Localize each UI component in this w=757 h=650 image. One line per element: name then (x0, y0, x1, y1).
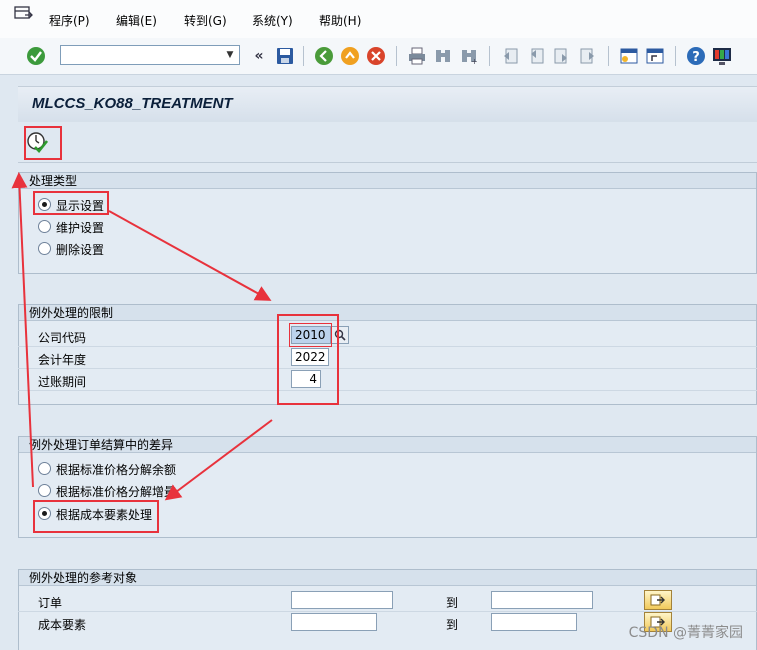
back-double-icon[interactable]: « (248, 45, 270, 67)
radio-split-increment[interactable] (38, 484, 51, 497)
toolbar-separator (489, 46, 490, 66)
first-page-icon[interactable] (499, 45, 521, 67)
svg-text:+: + (471, 57, 478, 65)
row-divider (18, 368, 757, 369)
enter-icon[interactable] (25, 45, 47, 67)
menu-help[interactable]: 帮助(H) (319, 12, 361, 29)
title-bar: MLCCS_KO88_TREATMENT (18, 86, 757, 123)
menu-program[interactable]: 程序(P) (49, 12, 90, 29)
highlight-cost-element (33, 500, 159, 533)
help-icon[interactable]: ? (685, 45, 707, 67)
new-session-icon[interactable] (618, 45, 640, 67)
cancel-icon[interactable] (365, 45, 387, 67)
label-posting-period: 过账期间 (38, 375, 87, 389)
processing-type-title: 处理类型 (19, 173, 756, 189)
next-page-icon[interactable] (551, 45, 573, 67)
label-cost-element-ref: 成本要素 (38, 618, 87, 632)
dropdown-arrow-icon[interactable]: ▼ (223, 48, 237, 62)
label-order: 订单 (38, 596, 63, 610)
label-split-balance: 根据标准价格分解余额 (56, 463, 177, 477)
label-company-code: 公司代码 (38, 331, 87, 345)
radio-delete-settings[interactable] (38, 242, 51, 255)
cost-element-from-field[interactable] (291, 613, 377, 631)
menu-system[interactable]: 系统(Y) (252, 12, 293, 29)
last-page-icon[interactable] (577, 45, 599, 67)
command-field[interactable]: ▼ (60, 45, 240, 65)
menu-system-icon[interactable] (14, 6, 34, 25)
menu-goto[interactable]: 转到(G) (184, 12, 227, 29)
customize-layout-icon[interactable] (711, 45, 733, 67)
page-title: MLCCS_KO88_TREATMENT (32, 95, 233, 112)
row-divider (18, 390, 757, 391)
svg-text:?: ? (692, 50, 700, 65)
shortcut-icon[interactable] (644, 45, 666, 67)
toolbar-separator (396, 46, 397, 66)
toolbar-separator (675, 46, 676, 66)
label-order-to: 到 (446, 596, 459, 610)
find-next-icon[interactable]: + (458, 45, 480, 67)
highlight-execute (24, 126, 62, 160)
order-from-field[interactable] (291, 591, 393, 609)
exit-icon[interactable] (339, 45, 361, 67)
label-maintain-settings: 维护设置 (56, 221, 105, 235)
toolbar-separator (303, 46, 304, 66)
processing-type-group: 处理类型 (18, 172, 757, 274)
radio-maintain-settings[interactable] (38, 220, 51, 233)
variance-title: 例外处理订单结算中的差异 (19, 437, 756, 453)
label-fiscal-year: 会计年度 (38, 353, 87, 367)
print-icon[interactable] (406, 45, 428, 67)
cost-element-to-field[interactable] (491, 613, 577, 631)
row-divider (18, 346, 757, 347)
label-split-increment: 根据标准价格分解增量 (56, 485, 177, 499)
label-cost-element-to: 到 (446, 618, 459, 632)
reference-title: 例外处理的参考对象 (19, 570, 756, 586)
application-toolbar (18, 122, 757, 163)
multiple-selection-order-button[interactable] (644, 590, 672, 610)
menu-bar: 程序(P) 编辑(E) 转到(G) 系统(Y) 帮助(H) (0, 0, 757, 39)
label-delete-settings: 删除设置 (56, 243, 105, 257)
highlight-display-settings (33, 191, 109, 215)
watermark-text: CSDN @菁菁家园 (628, 625, 743, 641)
standard-toolbar: ▼ « + ? (0, 38, 757, 75)
back-icon[interactable] (313, 45, 335, 67)
order-to-field[interactable] (491, 591, 593, 609)
radio-split-balance[interactable] (38, 462, 51, 475)
toolbar-separator (608, 46, 609, 66)
highlight-company-code (289, 323, 332, 347)
find-icon[interactable] (432, 45, 454, 67)
previous-page-icon[interactable] (525, 45, 547, 67)
menu-edit[interactable]: 编辑(E) (116, 12, 157, 29)
restrictions-title: 例外处理的限制 (19, 305, 756, 321)
save-icon[interactable] (274, 45, 296, 67)
